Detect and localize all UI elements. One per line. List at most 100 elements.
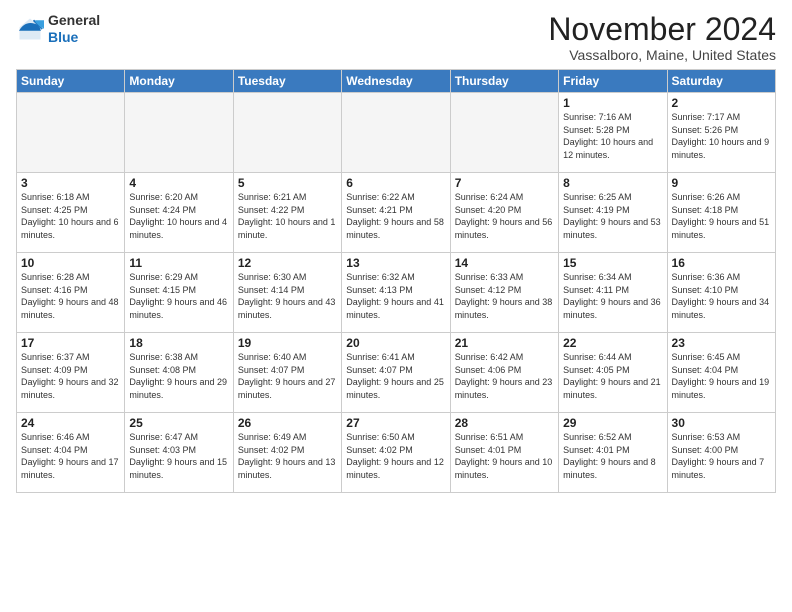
day-number: 3 [21, 176, 120, 190]
week-row-1: 3Sunrise: 6:18 AMSunset: 4:25 PMDaylight… [17, 173, 776, 253]
day-cell: 12Sunrise: 6:30 AMSunset: 4:14 PMDayligh… [233, 253, 341, 333]
day-cell: 19Sunrise: 6:40 AMSunset: 4:07 PMDayligh… [233, 333, 341, 413]
day-cell: 29Sunrise: 6:52 AMSunset: 4:01 PMDayligh… [559, 413, 667, 493]
day-cell: 4Sunrise: 6:20 AMSunset: 4:24 PMDaylight… [125, 173, 233, 253]
location: Vassalboro, Maine, United States [548, 47, 776, 63]
logo-icon [16, 15, 44, 43]
week-row-2: 10Sunrise: 6:28 AMSunset: 4:16 PMDayligh… [17, 253, 776, 333]
day-info: Sunrise: 6:46 AMSunset: 4:04 PMDaylight:… [21, 431, 120, 481]
day-info: Sunrise: 6:18 AMSunset: 4:25 PMDaylight:… [21, 191, 120, 241]
weekday-header-row: Sunday Monday Tuesday Wednesday Thursday… [17, 70, 776, 93]
day-info: Sunrise: 6:49 AMSunset: 4:02 PMDaylight:… [238, 431, 337, 481]
day-cell: 11Sunrise: 6:29 AMSunset: 4:15 PMDayligh… [125, 253, 233, 333]
logo: General Blue [16, 12, 100, 46]
day-info: Sunrise: 6:37 AMSunset: 4:09 PMDaylight:… [21, 351, 120, 401]
day-number: 28 [455, 416, 554, 430]
day-number: 9 [672, 176, 771, 190]
day-info: Sunrise: 6:45 AMSunset: 4:04 PMDaylight:… [672, 351, 771, 401]
day-number: 27 [346, 416, 445, 430]
day-number: 1 [563, 96, 662, 110]
day-number: 11 [129, 256, 228, 270]
day-number: 19 [238, 336, 337, 350]
logo-general: General [48, 12, 100, 28]
day-cell: 6Sunrise: 6:22 AMSunset: 4:21 PMDaylight… [342, 173, 450, 253]
day-info: Sunrise: 6:30 AMSunset: 4:14 PMDaylight:… [238, 271, 337, 321]
week-row-4: 24Sunrise: 6:46 AMSunset: 4:04 PMDayligh… [17, 413, 776, 493]
day-cell: 27Sunrise: 6:50 AMSunset: 4:02 PMDayligh… [342, 413, 450, 493]
day-cell: 10Sunrise: 6:28 AMSunset: 4:16 PMDayligh… [17, 253, 125, 333]
day-number: 4 [129, 176, 228, 190]
day-cell [342, 93, 450, 173]
logo-blue: Blue [48, 29, 78, 45]
day-cell: 22Sunrise: 6:44 AMSunset: 4:05 PMDayligh… [559, 333, 667, 413]
logo-text: General Blue [48, 12, 100, 46]
day-cell: 23Sunrise: 6:45 AMSunset: 4:04 PMDayligh… [667, 333, 775, 413]
day-number: 2 [672, 96, 771, 110]
day-cell: 14Sunrise: 6:33 AMSunset: 4:12 PMDayligh… [450, 253, 558, 333]
day-info: Sunrise: 6:24 AMSunset: 4:20 PMDaylight:… [455, 191, 554, 241]
header-monday: Monday [125, 70, 233, 93]
day-info: Sunrise: 6:21 AMSunset: 4:22 PMDaylight:… [238, 191, 337, 241]
day-info: Sunrise: 6:50 AMSunset: 4:02 PMDaylight:… [346, 431, 445, 481]
day-number: 20 [346, 336, 445, 350]
day-number: 5 [238, 176, 337, 190]
day-info: Sunrise: 6:40 AMSunset: 4:07 PMDaylight:… [238, 351, 337, 401]
day-number: 15 [563, 256, 662, 270]
page: General Blue November 2024 Vassalboro, M… [0, 0, 792, 612]
calendar: Sunday Monday Tuesday Wednesday Thursday… [16, 69, 776, 493]
title-block: November 2024 Vassalboro, Maine, United … [548, 12, 776, 63]
day-cell: 9Sunrise: 6:26 AMSunset: 4:18 PMDaylight… [667, 173, 775, 253]
day-info: Sunrise: 6:53 AMSunset: 4:00 PMDaylight:… [672, 431, 771, 481]
day-cell: 26Sunrise: 6:49 AMSunset: 4:02 PMDayligh… [233, 413, 341, 493]
day-info: Sunrise: 6:29 AMSunset: 4:15 PMDaylight:… [129, 271, 228, 321]
day-cell [125, 93, 233, 173]
day-cell: 13Sunrise: 6:32 AMSunset: 4:13 PMDayligh… [342, 253, 450, 333]
day-info: Sunrise: 6:34 AMSunset: 4:11 PMDaylight:… [563, 271, 662, 321]
day-info: Sunrise: 6:44 AMSunset: 4:05 PMDaylight:… [563, 351, 662, 401]
day-info: Sunrise: 6:25 AMSunset: 4:19 PMDaylight:… [563, 191, 662, 241]
day-info: Sunrise: 6:47 AMSunset: 4:03 PMDaylight:… [129, 431, 228, 481]
day-cell [233, 93, 341, 173]
day-number: 6 [346, 176, 445, 190]
day-info: Sunrise: 6:22 AMSunset: 4:21 PMDaylight:… [346, 191, 445, 241]
day-number: 25 [129, 416, 228, 430]
day-cell: 3Sunrise: 6:18 AMSunset: 4:25 PMDaylight… [17, 173, 125, 253]
day-info: Sunrise: 6:20 AMSunset: 4:24 PMDaylight:… [129, 191, 228, 241]
day-info: Sunrise: 6:52 AMSunset: 4:01 PMDaylight:… [563, 431, 662, 481]
header-wednesday: Wednesday [342, 70, 450, 93]
day-cell: 17Sunrise: 6:37 AMSunset: 4:09 PMDayligh… [17, 333, 125, 413]
header-friday: Friday [559, 70, 667, 93]
day-number: 10 [21, 256, 120, 270]
day-cell: 2Sunrise: 7:17 AMSunset: 5:26 PMDaylight… [667, 93, 775, 173]
day-info: Sunrise: 6:32 AMSunset: 4:13 PMDaylight:… [346, 271, 445, 321]
day-number: 21 [455, 336, 554, 350]
day-cell [450, 93, 558, 173]
week-row-3: 17Sunrise: 6:37 AMSunset: 4:09 PMDayligh… [17, 333, 776, 413]
day-number: 14 [455, 256, 554, 270]
header: General Blue November 2024 Vassalboro, M… [16, 12, 776, 63]
day-info: Sunrise: 6:38 AMSunset: 4:08 PMDaylight:… [129, 351, 228, 401]
day-number: 7 [455, 176, 554, 190]
day-cell: 30Sunrise: 6:53 AMSunset: 4:00 PMDayligh… [667, 413, 775, 493]
day-cell: 18Sunrise: 6:38 AMSunset: 4:08 PMDayligh… [125, 333, 233, 413]
day-cell: 8Sunrise: 6:25 AMSunset: 4:19 PMDaylight… [559, 173, 667, 253]
day-cell: 20Sunrise: 6:41 AMSunset: 4:07 PMDayligh… [342, 333, 450, 413]
day-number: 24 [21, 416, 120, 430]
day-number: 26 [238, 416, 337, 430]
day-number: 8 [563, 176, 662, 190]
header-thursday: Thursday [450, 70, 558, 93]
day-number: 12 [238, 256, 337, 270]
day-number: 17 [21, 336, 120, 350]
day-info: Sunrise: 6:51 AMSunset: 4:01 PMDaylight:… [455, 431, 554, 481]
day-cell: 7Sunrise: 6:24 AMSunset: 4:20 PMDaylight… [450, 173, 558, 253]
day-cell: 15Sunrise: 6:34 AMSunset: 4:11 PMDayligh… [559, 253, 667, 333]
day-info: Sunrise: 6:36 AMSunset: 4:10 PMDaylight:… [672, 271, 771, 321]
day-number: 23 [672, 336, 771, 350]
day-info: Sunrise: 7:17 AMSunset: 5:26 PMDaylight:… [672, 111, 771, 161]
day-cell: 16Sunrise: 6:36 AMSunset: 4:10 PMDayligh… [667, 253, 775, 333]
day-cell: 1Sunrise: 7:16 AMSunset: 5:28 PMDaylight… [559, 93, 667, 173]
week-row-0: 1Sunrise: 7:16 AMSunset: 5:28 PMDaylight… [17, 93, 776, 173]
day-cell: 5Sunrise: 6:21 AMSunset: 4:22 PMDaylight… [233, 173, 341, 253]
day-number: 29 [563, 416, 662, 430]
header-tuesday: Tuesday [233, 70, 341, 93]
